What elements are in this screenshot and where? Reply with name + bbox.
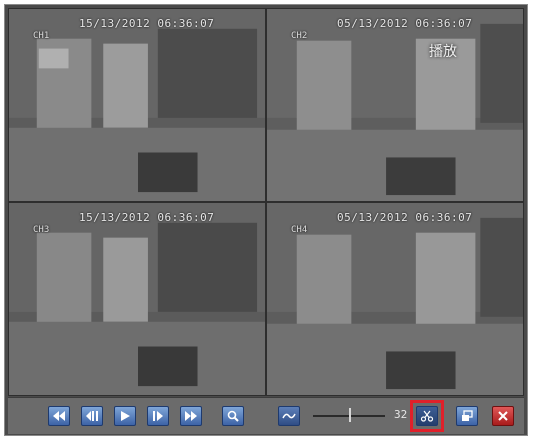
playback-overlay-label: 播放 bbox=[429, 44, 457, 60]
channel-label-2: CH2 bbox=[291, 31, 308, 41]
prev-frame-button[interactable] bbox=[81, 406, 103, 426]
fast-forward-button[interactable] bbox=[180, 406, 202, 426]
play-icon bbox=[121, 411, 130, 421]
channel-label-3: CH3 bbox=[33, 225, 50, 235]
window-restore-icon bbox=[462, 410, 473, 421]
rewind-icon bbox=[53, 411, 65, 421]
timestamp-4: 05/13/2012 06:36:07 bbox=[337, 211, 473, 224]
speed-value: 32 bbox=[394, 408, 408, 421]
playback-toolbar: 32 bbox=[8, 397, 524, 434]
camera-tile-3[interactable]: 15/13/2012 06:36:07 CH3 bbox=[8, 202, 266, 396]
step-forward-icon bbox=[153, 411, 163, 421]
clip-button[interactable] bbox=[416, 406, 438, 426]
restore-button[interactable] bbox=[456, 406, 478, 426]
zoom-button[interactable] bbox=[222, 406, 244, 426]
fast-forward-icon bbox=[185, 411, 197, 421]
timestamp-1: 15/13/2012 06:36:07 bbox=[79, 17, 215, 30]
play-button[interactable] bbox=[114, 406, 136, 426]
speed-icon bbox=[282, 413, 296, 419]
channel-label-1: CH1 bbox=[33, 31, 50, 41]
camera-tile-4[interactable]: 05/13/2012 06:36:07 CH4 bbox=[266, 202, 524, 396]
channel-label-4: CH4 bbox=[291, 225, 308, 235]
next-frame-button[interactable] bbox=[147, 406, 169, 426]
speed-slider-handle[interactable] bbox=[349, 408, 351, 422]
close-icon bbox=[498, 411, 508, 421]
timestamp-2: 05/13/2012 06:36:07 bbox=[337, 17, 473, 30]
close-button[interactable] bbox=[492, 406, 514, 426]
timestamp-3: 15/13/2012 06:36:07 bbox=[79, 211, 215, 224]
rewind-button[interactable] bbox=[48, 406, 70, 426]
speed-icon-button[interactable] bbox=[278, 406, 300, 426]
magnifier-icon bbox=[227, 410, 239, 422]
scissors-icon bbox=[420, 410, 434, 422]
playback-window: 15/13/2012 06:36:07 CH1 05/13/2012 06:36… bbox=[4, 4, 528, 436]
camera-tile-1[interactable]: 15/13/2012 06:36:07 CH1 bbox=[8, 8, 266, 202]
camera-tile-2[interactable]: 05/13/2012 06:36:07 CH2 播放 bbox=[266, 8, 524, 202]
skip-back-icon bbox=[86, 411, 98, 421]
camera-grid: 15/13/2012 06:36:07 CH1 05/13/2012 06:36… bbox=[8, 8, 524, 396]
